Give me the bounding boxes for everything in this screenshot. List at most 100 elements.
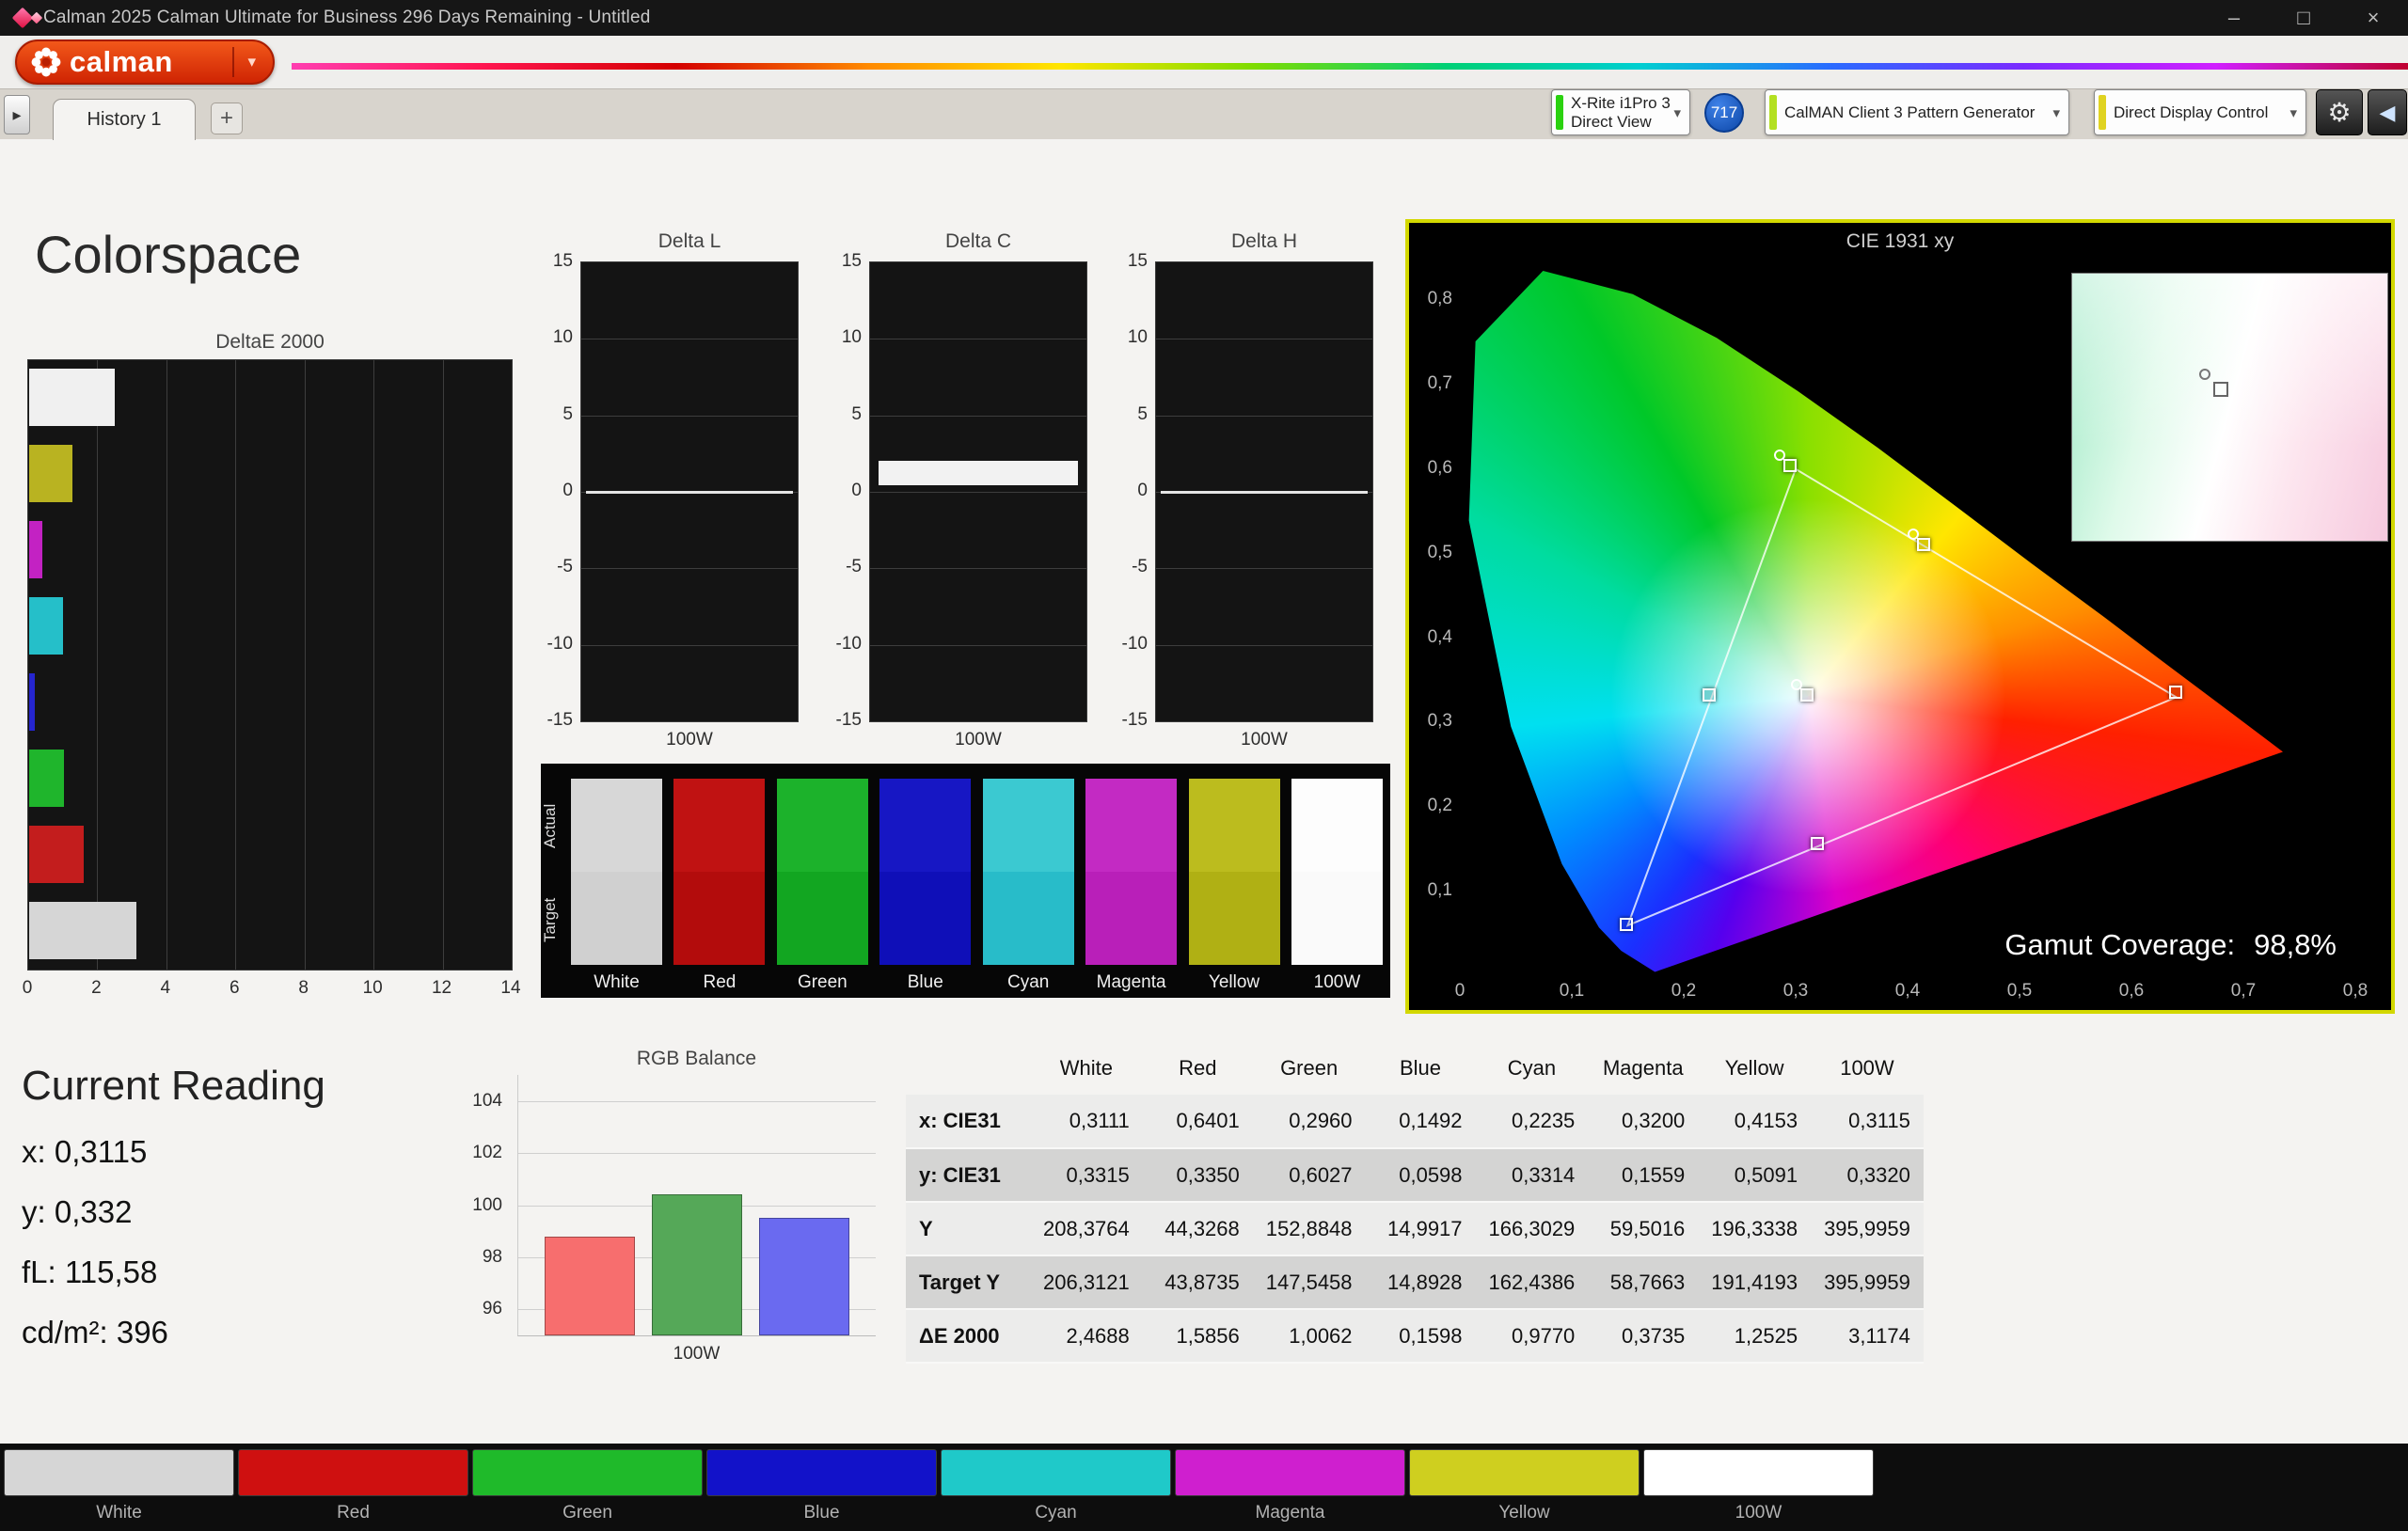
swatch-label: Blue [907, 972, 943, 992]
axis-tick-label: -10 [547, 633, 573, 654]
table-row: x: CIE31 0,3111 0,6401 0,2960 0,1492 0,2235 0,… [906, 1095, 1924, 1148]
swatch-label: Yellow [1208, 972, 1260, 992]
maximize-button[interactable]: □ [2269, 0, 2338, 36]
axis-tick-label: 5 [851, 403, 862, 424]
actual-row-label: Actual [541, 803, 559, 848]
swatch-label: 100W [1313, 972, 1361, 992]
table-cell: 0,3315 [1066, 1162, 1130, 1187]
inset-target-point [2199, 369, 2210, 380]
table-cell: 162,4386 [1488, 1270, 1576, 1294]
axis-tick-label: 98 [482, 1246, 502, 1267]
chevron-down-icon: ▾ [2052, 104, 2060, 121]
table-cell: 0,3735 [1622, 1323, 1686, 1348]
rgb-bar-green [651, 1194, 742, 1335]
table-cell: 0,9770 [1512, 1323, 1576, 1348]
chart-title: Delta L [657, 230, 721, 252]
axis-tick-label: 0,6 [1427, 457, 1452, 478]
pattern-patch-white[interactable]: White [4, 1449, 234, 1528]
deltae-chart [27, 359, 513, 971]
table-cell: 0,4153 [1734, 1109, 1798, 1132]
axis-tick-label: -5 [846, 557, 862, 577]
page-title: Colorspace [35, 225, 302, 284]
table-cell: 0,3111 [1069, 1109, 1130, 1132]
table-cell: 14,8928 [1387, 1270, 1463, 1294]
display-control-dropdown[interactable]: Direct Display Control ▾ [2094, 89, 2306, 135]
pattern-generator-dropdown[interactable]: CalMAN Client 3 Pattern Generator ▾ [1765, 89, 2069, 135]
delta_c-bar [879, 461, 1078, 486]
axis-tick-label: -5 [557, 557, 573, 577]
pattern-patch-red[interactable]: Red [238, 1449, 468, 1528]
x-axis-label: 100W [955, 730, 1002, 750]
swatch-target [1188, 872, 1280, 965]
table-cell: 0,3314 [1512, 1162, 1576, 1187]
collapse-panel-button[interactable]: ◀ [2368, 89, 2407, 135]
deltae-bar-blue [29, 673, 35, 731]
pattern-patch-yellow[interactable]: Yellow [1409, 1449, 1640, 1528]
deltae-bar-red [29, 826, 85, 883]
pattern-patch-magenta[interactable]: Magenta [1175, 1449, 1405, 1528]
measurement-point-blue [1619, 918, 1633, 932]
swatch-comparison-panel: Actual Target White Red Green Blue Cyan Magen… [541, 764, 1390, 998]
pattern-patch-green[interactable]: Green [472, 1449, 703, 1528]
chart-title: Delta C [944, 230, 1012, 252]
table-cell: 152,8848 [1265, 1216, 1353, 1240]
axis-tick-label: 0,8 [1427, 289, 1452, 308]
axis-tick-label: 102 [472, 1143, 502, 1163]
table-cell: 0,3320 [1846, 1162, 1910, 1187]
add-tab-button[interactable]: + [211, 103, 243, 134]
pattern-patch-blue[interactable]: Blue [706, 1449, 937, 1528]
column-header: Yellow [1724, 1055, 1784, 1080]
measurement-point-yellow [1917, 538, 1931, 552]
expand-panel-button[interactable]: ▸ [4, 95, 30, 134]
axis-tick-label: 12 [431, 978, 452, 998]
swatch-actual [1085, 779, 1178, 872]
chevron-left-icon: ◀ [2379, 100, 2396, 124]
table-row: Y 208,3764 44,3268 152,8848 14,9917 166,3029 5… [906, 1202, 1924, 1255]
table-cell: 1,2525 [1734, 1323, 1798, 1348]
gridline [581, 415, 798, 417]
titlebar: Calman 2025 Calman Ultimate for Business… [0, 0, 2408, 36]
meter-dropdown[interactable]: X-Rite i1Pro 3 Direct View ▾ [1551, 89, 1690, 135]
axis-tick-label: 0,8 [2342, 981, 2368, 1001]
table-cell: 1,0062 [1289, 1323, 1353, 1348]
axis-tick-label: 104 [472, 1090, 502, 1111]
tab-history-1[interactable]: History 1 [53, 99, 196, 140]
gridline [870, 568, 1086, 570]
table-row: Target Y 206,3121 43,8735 147,5458 14,8928 16… [906, 1255, 1924, 1309]
axis-tick-label: 8 [298, 978, 309, 998]
table-cell: 0,2235 [1512, 1109, 1576, 1132]
window-title: Calman 2025 Calman Ultimate for Business… [43, 8, 651, 27]
close-button[interactable]: × [2338, 0, 2408, 36]
swatch-blue [879, 779, 972, 965]
row-label: Y [919, 1216, 933, 1240]
table-cell: 395,9959 [1824, 1216, 1910, 1240]
measurement-point-red [2168, 685, 2182, 699]
axis-tick-label: -15 [1121, 710, 1148, 730]
table-cell: 0,3200 [1622, 1109, 1686, 1132]
axis-tick-label: 10 [1127, 327, 1148, 348]
patch-swatch [472, 1449, 703, 1496]
calman-menu-button[interactable]: calman ▾ [15, 39, 275, 85]
swatch-green [776, 779, 868, 965]
swatch-target [1291, 872, 1383, 965]
table-cell: 0,0598 [1399, 1162, 1463, 1187]
axis-tick-label: 0,4 [1427, 626, 1452, 647]
pattern-patch-100w[interactable]: 100W [1643, 1449, 1874, 1528]
y-axis: 15 10 5 0 -5 -10 -15 [526, 251, 573, 730]
axis-tick-label: 0,3 [1427, 711, 1452, 732]
settings-button[interactable]: ⚙ [2316, 89, 2363, 135]
minimize-button[interactable]: – [2199, 0, 2269, 36]
gridline [1156, 568, 1372, 570]
pattern-patch-cyan[interactable]: Cyan [941, 1449, 1171, 1528]
axis-tick-label: 0,3 [1782, 981, 1809, 1001]
rgb-bar-blue [758, 1218, 849, 1335]
swatch-actual [571, 779, 662, 872]
chevron-down-icon: ▾ [1673, 104, 1681, 121]
plot-area [1155, 261, 1373, 722]
row-label: ΔE 2000 [919, 1323, 1000, 1348]
reading-x: x: 0,3115 [22, 1134, 148, 1169]
axis-tick-label: 0,7 [2230, 981, 2257, 1001]
axis-tick-label: 96 [482, 1299, 502, 1319]
gridline [166, 360, 167, 970]
swatch-target [673, 872, 766, 965]
